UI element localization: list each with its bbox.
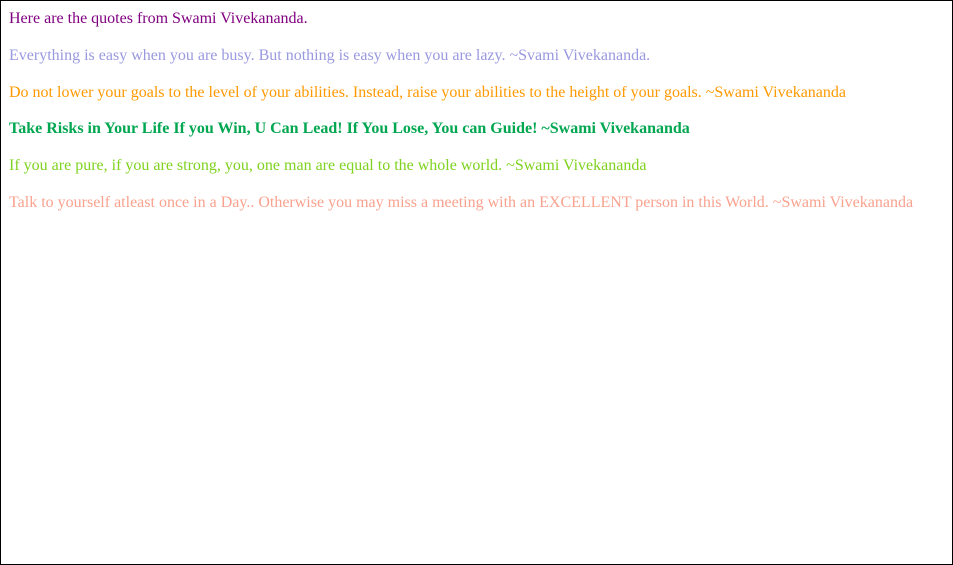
quote-5: Talk to yourself atleast once in a Day..… xyxy=(9,193,944,214)
quote-4: If you are pure, if you are strong, you,… xyxy=(9,156,944,177)
intro-text: Here are the quotes from Swami Vivekanan… xyxy=(9,9,944,30)
quote-3: Take Risks in Your Life If you Win, U Ca… xyxy=(9,119,944,140)
quote-1: Everything is easy when you are busy. Bu… xyxy=(9,46,944,67)
document-frame: Here are the quotes from Swami Vivekanan… xyxy=(0,0,953,565)
quote-2: Do not lower your goals to the level of … xyxy=(9,83,944,104)
